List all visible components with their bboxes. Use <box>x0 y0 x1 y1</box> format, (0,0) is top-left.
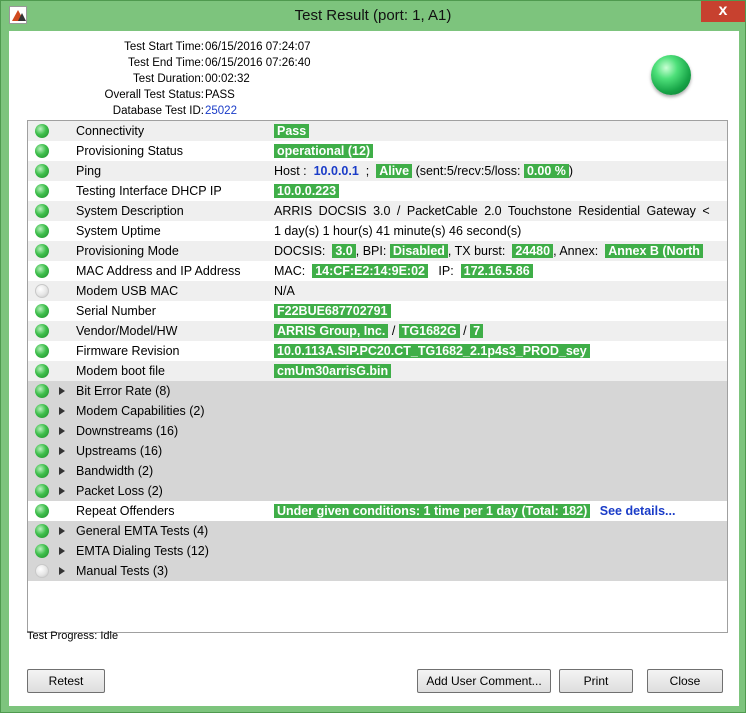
pass-status-icon <box>35 404 49 418</box>
pass-status-icon <box>35 264 49 278</box>
pass-status-icon <box>35 164 49 178</box>
pass-status-icon <box>35 484 49 498</box>
pass-status-icon <box>35 144 49 158</box>
expand-arrow-icon[interactable] <box>59 487 65 495</box>
row-provisioning-mode[interactable]: Provisioning Mode DOCSIS: 3.0, BPI: Disa… <box>28 241 727 261</box>
dialog-body: Test Start Time: 06/15/2016 07:24:07 Tes… <box>9 31 739 706</box>
close-button[interactable]: Close <box>647 669 723 693</box>
summary-end-time: Test End Time: 06/15/2016 07:26:40 <box>127 57 311 69</box>
docsis-badge: 3.0 <box>332 244 356 258</box>
value-badge: operational (12) <box>274 144 374 158</box>
title-bar: Test Result (port: 1, A1) x <box>1 1 745 30</box>
not-run-status-icon <box>35 564 49 578</box>
summary-panel: Test Start Time: 06/15/2016 07:24:07 Tes… <box>9 39 409 119</box>
retest-button[interactable]: Retest <box>27 669 105 693</box>
row-system-uptime[interactable]: System Uptime 1 day(s) 1 hour(s) 41 minu… <box>28 221 727 241</box>
expand-arrow-icon[interactable] <box>59 427 65 435</box>
row-ping[interactable]: Ping Host : 10.0.0.1 ; Alive (sent:5/rec… <box>28 161 727 181</box>
group-packet-loss[interactable]: Packet Loss (2) <box>28 481 727 501</box>
pass-status-icon <box>35 424 49 438</box>
row-mac-ip[interactable]: MAC Address and IP Address MAC: 14:CF:E2… <box>28 261 727 281</box>
summary-start-time: Test Start Time: 06/15/2016 07:24:07 <box>124 41 311 53</box>
group-bandwidth[interactable]: Bandwidth (2) <box>28 461 727 481</box>
pass-status-icon <box>35 304 49 318</box>
group-general-emta-tests[interactable]: General EMTA Tests (4) <box>28 521 727 541</box>
ping-state-badge: Alive <box>376 164 413 178</box>
value-badge: cmUm30arrisG.bin <box>274 364 392 378</box>
not-run-status-icon <box>35 284 49 298</box>
mac-badge: 14:CF:E2:14:9E:02 <box>312 264 428 278</box>
pass-status-icon <box>35 364 49 378</box>
summary-duration: Test Duration: 00:02:32 <box>133 73 250 85</box>
model-badge: TG1682G <box>398 324 460 338</box>
hw-badge: 7 <box>470 324 484 338</box>
group-emta-dialing-tests[interactable]: EMTA Dialing Tests (12) <box>28 541 727 561</box>
value-badge: 10.0.0.223 <box>274 184 340 198</box>
row-usb-mac[interactable]: Modem USB MAC N/A <box>28 281 727 301</box>
window-title: Test Result (port: 1, A1) <box>294 7 452 24</box>
pass-status-icon <box>35 524 49 538</box>
pass-status-icon <box>35 444 49 458</box>
value-badge: Under given conditions: 1 time per 1 day… <box>274 504 591 518</box>
test-result-window: Test Result (port: 1, A1) x Test Start T… <box>0 0 746 713</box>
value-badge: 10.0.113A.SIP.PC20.CT_TG1682_2.1p4s3_PRO… <box>274 344 590 358</box>
pass-status-icon <box>35 244 49 258</box>
ping-loss-badge: 0.00 % <box>523 164 569 178</box>
value-badge: F22BUE687702791 <box>274 304 391 318</box>
pass-status-icon <box>35 504 49 518</box>
print-button[interactable]: Print <box>559 669 633 693</box>
pass-status-icon <box>35 184 49 198</box>
group-downstreams[interactable]: Downstreams (16) <box>28 421 727 441</box>
pass-status-icon <box>35 544 49 558</box>
row-provisioning-status[interactable]: Provisioning Status operational (12) <box>28 141 727 161</box>
vendor-badge: ARRIS Group, Inc. <box>274 324 389 338</box>
row-vendor-model-hw[interactable]: Vendor/Model/HW ARRIS Group, Inc. / TG16… <box>28 321 727 341</box>
row-modem-boot-file[interactable]: Modem boot file cmUm30arrisG.bin <box>28 361 727 381</box>
add-user-comment-button[interactable]: Add User Comment... <box>417 669 551 693</box>
group-modem-capabilities[interactable]: Modem Capabilities (2) <box>28 401 727 421</box>
expand-arrow-icon[interactable] <box>59 527 65 535</box>
see-details-link[interactable]: See details... <box>600 504 676 518</box>
pass-status-icon <box>35 344 49 358</box>
expand-arrow-icon[interactable] <box>59 467 65 475</box>
row-system-description[interactable]: System Description ARRIS DOCSIS 3.0 / Pa… <box>28 201 727 221</box>
expand-arrow-icon[interactable] <box>59 447 65 455</box>
pass-status-icon <box>35 124 49 138</box>
ping-host: 10.0.0.1 <box>313 164 359 178</box>
bpi-badge: Disabled <box>389 244 448 258</box>
value-badge: Pass <box>274 124 310 138</box>
window-close-icon[interactable]: x <box>701 1 745 22</box>
summary-overall-status: Overall Test Status: PASS <box>104 89 235 101</box>
row-repeat-offenders[interactable]: Repeat Offenders Under given conditions:… <box>28 501 727 521</box>
pass-status-icon <box>35 384 49 398</box>
row-dhcp-ip[interactable]: Testing Interface DHCP IP 10.0.0.223 <box>28 181 727 201</box>
group-bit-error-rate[interactable]: Bit Error Rate (8) <box>28 381 727 401</box>
row-connectivity[interactable]: Connectivity Pass <box>28 121 727 141</box>
group-upstreams[interactable]: Upstreams (16) <box>28 441 727 461</box>
test-progress-text: Test Progress: Idle <box>27 630 119 642</box>
annex-badge: Annex B (North <box>605 244 703 258</box>
pass-status-icon <box>35 204 49 218</box>
pass-status-icon <box>35 224 49 238</box>
summary-database-test-id: Database Test ID: 25022 <box>112 103 237 119</box>
group-manual-tests[interactable]: Manual Tests (3) <box>28 561 727 581</box>
expand-arrow-icon[interactable] <box>59 407 65 415</box>
row-firmware-revision[interactable]: Firmware Revision 10.0.113A.SIP.PC20.CT_… <box>28 341 727 361</box>
expand-arrow-icon[interactable] <box>59 567 65 575</box>
pass-status-icon <box>35 464 49 478</box>
pass-status-icon <box>35 324 49 338</box>
expand-arrow-icon[interactable] <box>59 387 65 395</box>
tx-burst-badge: 24480 <box>512 244 554 258</box>
expand-arrow-icon[interactable] <box>59 547 65 555</box>
database-test-id-link[interactable]: 25022 <box>205 103 237 119</box>
row-serial-number[interactable]: Serial Number F22BUE687702791 <box>28 301 727 321</box>
overall-status-led-icon <box>651 55 691 95</box>
ip-badge: 172.16.5.86 <box>460 264 533 278</box>
test-results-list[interactable]: Connectivity Pass Provisioning Status op… <box>27 120 728 633</box>
